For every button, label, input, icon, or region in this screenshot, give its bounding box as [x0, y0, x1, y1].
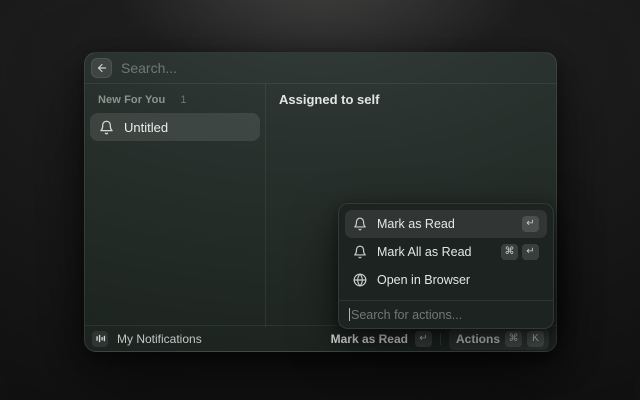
- actions-search-input[interactable]: [351, 308, 543, 322]
- notification-list-pane: New For You 1 Untitled: [85, 84, 266, 327]
- list-item-label: Untitled: [124, 120, 168, 135]
- detail-title: Assigned to self: [279, 92, 543, 107]
- key-badge-cmd: ⌘: [505, 331, 522, 347]
- action-mark-all-as-read[interactable]: Mark All as Read ⌘ ↵: [345, 238, 547, 266]
- actions-button-label: Actions: [456, 332, 500, 346]
- launcher-window: New For You 1 Untitled Assigned to self …: [84, 52, 557, 352]
- app-chip[interactable]: My Notifications: [92, 331, 202, 347]
- primary-action-hint[interactable]: Mark as Read ↵: [331, 331, 432, 347]
- arrow-left-icon: [96, 62, 108, 74]
- key-badge-return: ↵: [522, 244, 539, 260]
- search-bar: [85, 53, 556, 84]
- key-badge-cmd: ⌘: [501, 244, 518, 260]
- action-label: Mark as Read: [377, 217, 455, 231]
- action-label: Mark All as Read: [377, 245, 471, 259]
- section-title: New For You: [98, 94, 165, 106]
- action-open-in-browser[interactable]: Open in Browser: [345, 266, 547, 294]
- text-caret: [349, 308, 350, 321]
- status-bar-divider: [440, 333, 441, 345]
- action-label: Open in Browser: [377, 273, 470, 287]
- actions-button[interactable]: Actions ⌘ K: [449, 328, 549, 350]
- key-badge-return: ↵: [522, 216, 539, 232]
- bell-icon: [353, 217, 367, 231]
- globe-icon: [353, 273, 367, 287]
- section-header: New For You 1: [90, 90, 260, 113]
- search-input[interactable]: [121, 60, 546, 76]
- list-item-untitled[interactable]: Untitled: [90, 113, 260, 141]
- bell-icon: [99, 120, 114, 135]
- actions-popover: Mark as Read ↵ Mark All as Read ⌘ ↵ Open…: [338, 203, 554, 329]
- bell-icon: [353, 245, 367, 259]
- section-count: 1: [180, 94, 186, 106]
- key-badge-k: K: [527, 331, 544, 347]
- actions-search: [345, 301, 547, 328]
- back-button[interactable]: [91, 58, 112, 78]
- key-badge-return: ↵: [415, 331, 432, 347]
- equalizer-icon: [92, 331, 108, 347]
- app-label: My Notifications: [117, 332, 202, 346]
- primary-action-label: Mark as Read: [331, 332, 408, 346]
- action-mark-as-read[interactable]: Mark as Read ↵: [345, 210, 547, 238]
